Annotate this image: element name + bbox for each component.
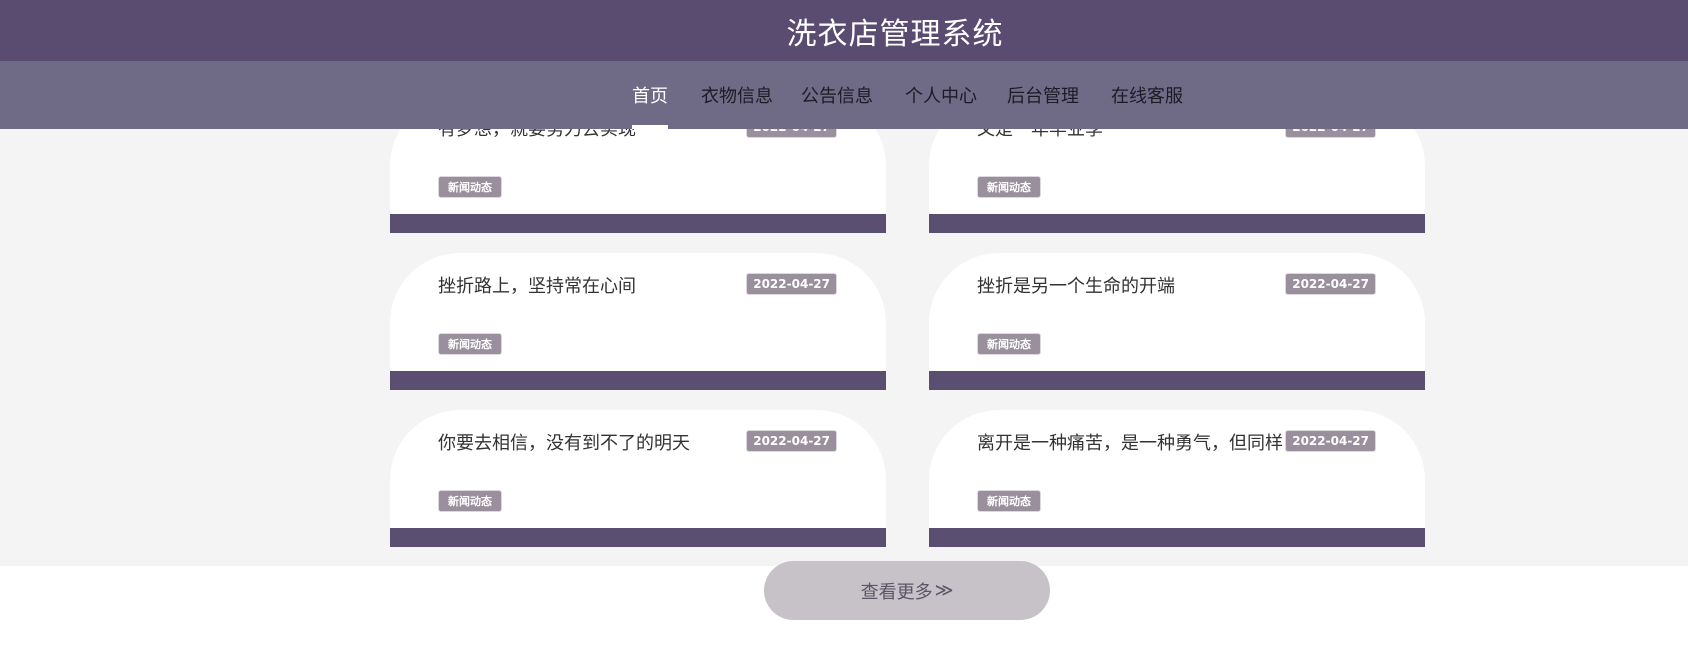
news-card[interactable]: 你要去相信，没有到不了的明天 2022-04-27 新闻动态 [390,410,886,547]
news-card-tag-badge: 新闻动态 [438,176,502,198]
site-title: 洗衣店管理系统 [786,16,1004,52]
nav-item-online-service[interactable]: 在线客服 [1110,61,1184,129]
news-card-bar [929,214,1425,233]
nav-item-clothing-info[interactable]: 衣物信息 [700,61,774,129]
news-card-bar [929,528,1425,547]
news-card-date-badge: 2022-04-27 [746,273,837,295]
nav-item-personal-center[interactable]: 个人中心 [904,61,978,129]
nav-item-admin[interactable]: 后台管理 [1006,61,1080,129]
nav-item-announcements[interactable]: 公告信息 [800,61,874,129]
news-card-bar [929,371,1425,390]
news-card-tag-badge: 新闻动态 [977,333,1041,355]
main-navbar: 首页 衣物信息 公告信息 个人中心 后台管理 在线客服 [0,61,1688,129]
news-card-title[interactable]: 离开是一种痛苦，是一种勇气，但同样也是一个考验 [977,429,1307,455]
news-card-date-badge: 2022-04-27 [746,430,837,452]
news-card[interactable]: 挫折路上，坚持常在心间 2022-04-27 新闻动态 [390,253,886,390]
view-more-label: 查看更多 [860,581,933,603]
news-card-tag-badge: 新闻动态 [438,490,502,512]
news-card-bar [390,528,886,547]
news-card-date-badge: 2022-04-27 [1285,430,1376,452]
news-card-tag-badge: 新闻动态 [977,176,1041,198]
news-card-title[interactable]: 挫折路上，坚持常在心间 [438,272,768,298]
nav-item-home[interactable]: 首页 [630,61,670,129]
news-card[interactable]: 挫折是另一个生命的开端 2022-04-27 新闻动态 [929,253,1425,390]
news-card-title[interactable]: 你要去相信，没有到不了的明天 [438,429,768,455]
view-more-button[interactable]: 查看更多 ≫ [764,561,1050,620]
double-chevron-right-icon: ≫ [934,580,954,601]
news-card-bar [390,371,886,390]
site-header: 洗衣店管理系统 [0,0,1688,61]
news-card-tag-badge: 新闻动态 [977,490,1041,512]
news-card[interactable]: 离开是一种痛苦，是一种勇气，但同样也是一个考验 2022-04-27 新闻动态 [929,410,1425,547]
news-card-bar [390,214,886,233]
news-card-tag-badge: 新闻动态 [438,333,502,355]
news-card-title[interactable]: 挫折是另一个生命的开端 [977,272,1307,298]
news-card-date-badge: 2022-04-27 [1285,273,1376,295]
